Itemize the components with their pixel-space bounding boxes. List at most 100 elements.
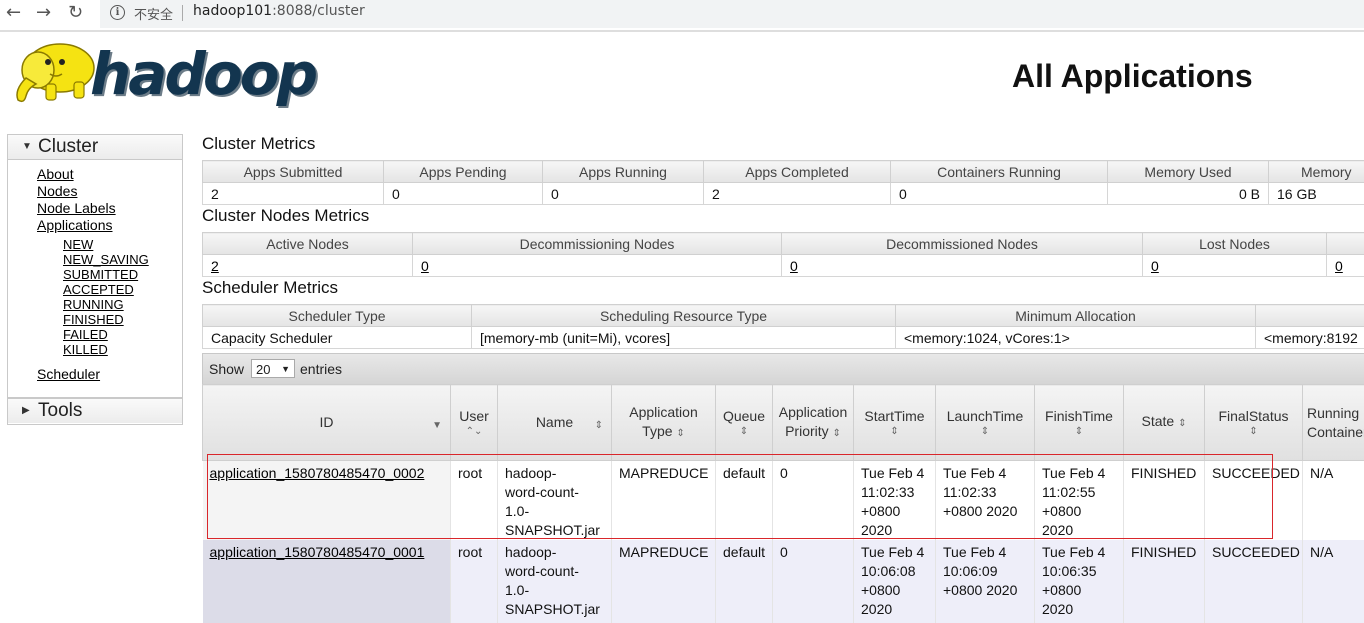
- nav-state-failed[interactable]: FAILED: [63, 327, 182, 342]
- cluster-metrics-title: Cluster Metrics: [202, 134, 315, 154]
- column-header-id[interactable]: ID▼: [203, 385, 451, 461]
- scheduling-resource-type-value: [memory-mb (unit=Mi), vcores]: [472, 327, 896, 349]
- column-header-priority[interactable]: ApplicationPriority ⇕: [773, 385, 854, 461]
- back-arrow-icon[interactable]: ←: [6, 3, 21, 23]
- cell-user: root: [451, 461, 498, 541]
- column-header-label: User: [459, 408, 489, 424]
- nav-link-scheduler[interactable]: Scheduler: [37, 366, 182, 383]
- nav-link-node-labels[interactable]: Node Labels: [37, 200, 182, 217]
- lost-nodes-link[interactable]: 0: [1151, 258, 1159, 274]
- nav-state-new-saving[interactable]: NEW_SAVING: [63, 252, 182, 267]
- nav-link-applications[interactable]: Applications: [37, 217, 182, 234]
- metric-value-memory-total: 16 GB: [1269, 183, 1364, 205]
- security-label[interactable]: 不安全: [134, 4, 173, 23]
- column-header-start-time[interactable]: StartTime⇕: [854, 385, 936, 461]
- metric-header: Apps Running: [543, 161, 704, 183]
- application-id-link[interactable]: application_1580780485470_0001: [210, 544, 425, 560]
- column-header-label: FinishTime: [1045, 408, 1113, 424]
- column-header-label: Queue: [723, 408, 765, 424]
- column-header-name[interactable]: Name⇕: [498, 385, 612, 461]
- cell-launch-time: Tue Feb 4 11:02:33 +0800 2020: [936, 461, 1035, 541]
- column-header-state[interactable]: State ⇕: [1124, 385, 1205, 461]
- reload-icon[interactable]: ↻: [68, 3, 83, 23]
- column-header-label: Containers: [1307, 424, 1364, 440]
- cluster-nav-label: Cluster: [38, 136, 98, 157]
- browser-toolbar: ← → ↻ i 不安全 hadoop101:8088/cluster: [0, 0, 1364, 32]
- nav-link-nodes[interactable]: Nodes: [37, 183, 182, 200]
- metric-value-apps-completed: 2: [704, 183, 891, 205]
- time-line: Tue Feb 4: [943, 543, 1027, 562]
- time-line: 11:02:33: [861, 483, 928, 502]
- name-line: SNAPSHOT.jar: [505, 521, 604, 540]
- metric-value-containers-running: 0: [891, 183, 1108, 205]
- forward-arrow-icon[interactable]: →: [36, 3, 51, 23]
- unhealthy-nodes-link[interactable]: 0: [1335, 258, 1343, 274]
- column-header-final-status[interactable]: FinalStatus⇕: [1205, 385, 1303, 461]
- table-row: application_1580780485470_0001 root hado…: [203, 540, 1364, 623]
- sort-both-icon: ⇕: [940, 426, 1030, 438]
- column-header-queue[interactable]: Queue⇕: [716, 385, 773, 461]
- cell-running-containers: N/A: [1303, 540, 1364, 623]
- time-line: 11:02:33: [943, 483, 1027, 502]
- active-nodes-link[interactable]: 2: [211, 258, 219, 274]
- metric-header: Apps Completed: [704, 161, 891, 183]
- cell-application-type: MAPREDUCE: [612, 461, 716, 541]
- entries-label: entries: [300, 361, 342, 377]
- info-icon[interactable]: i: [110, 5, 125, 20]
- node-metric-header: Decommissioning Nodes: [413, 233, 782, 255]
- column-header-finish-time[interactable]: FinishTime ⇕: [1035, 385, 1124, 461]
- column-header-label: FinalStatus: [1218, 408, 1288, 424]
- metric-value-apps-pending: 0: [384, 183, 543, 205]
- scheduler-header: Scheduling Resource Type: [472, 305, 896, 327]
- time-line: +0800: [861, 581, 928, 600]
- cell-start-time: Tue Feb 4 10:06:08 +0800 2020: [854, 540, 936, 623]
- url-text[interactable]: hadoop101:8088/cluster: [193, 3, 365, 19]
- column-header-user[interactable]: User ⌃⌄: [451, 385, 498, 461]
- nav-state-running[interactable]: RUNNING: [63, 297, 182, 312]
- dropdown-caret-icon: ▼: [281, 360, 290, 379]
- nav-state-finished[interactable]: FINISHED: [63, 312, 182, 327]
- table-row: application_1580780485470_0002 root hado…: [203, 461, 1364, 541]
- nav-state-new[interactable]: NEW: [63, 237, 182, 252]
- time-line: 10:06:09: [943, 562, 1027, 581]
- time-line: 2020: [1042, 521, 1116, 540]
- decommissioning-nodes-link[interactable]: 0: [421, 258, 429, 274]
- address-divider: [182, 5, 183, 21]
- decommissioned-nodes-link[interactable]: 0: [790, 258, 798, 274]
- cluster-nav-header[interactable]: ▼ Cluster: [8, 135, 182, 160]
- minimum-allocation-value: <memory:1024, vCores:1>: [896, 327, 1256, 349]
- sort-both-icon: ⇕: [1039, 426, 1119, 438]
- tools-nav-panel: ▶ Tools: [7, 398, 183, 425]
- time-line: +0800: [1042, 581, 1116, 600]
- nav-state-killed[interactable]: KILLED: [63, 342, 182, 357]
- metric-header: Memory Used: [1108, 161, 1269, 183]
- sort-both-icon: ⇕: [676, 428, 684, 439]
- metric-value-memory-used: 0 B: [1108, 183, 1269, 205]
- column-header-launch-time[interactable]: LaunchTime⇕: [936, 385, 1035, 461]
- column-header-label: State: [1142, 413, 1175, 429]
- application-id-link[interactable]: application_1580780485470_0002: [210, 465, 425, 481]
- cell-launch-time: Tue Feb 4 10:06:09 +0800 2020: [936, 540, 1035, 623]
- time-line: 2020: [861, 600, 928, 619]
- time-line: Tue Feb 4: [861, 464, 928, 483]
- cell-application-type: MAPREDUCE: [612, 540, 716, 623]
- nav-link-about[interactable]: About: [37, 166, 182, 183]
- nav-state-submitted[interactable]: SUBMITTED: [63, 267, 182, 282]
- cell-final-status: SUCCEEDED: [1205, 461, 1303, 541]
- page-size-select[interactable]: 20 ▼: [251, 359, 295, 378]
- column-header-label: Name: [536, 414, 573, 430]
- metric-header: Memory: [1269, 161, 1364, 183]
- column-header-application-type[interactable]: ApplicationType ⇕: [612, 385, 716, 461]
- column-header-running-containers[interactable]: RunningContainers: [1303, 385, 1364, 461]
- column-header-label: ID: [320, 414, 334, 430]
- name-line: 1.0-: [505, 502, 604, 521]
- scheduler-type-value: Capacity Scheduler: [203, 327, 472, 349]
- logo-wordmark: hadoop: [90, 44, 315, 104]
- tools-nav-header[interactable]: ▶ Tools: [8, 399, 182, 423]
- scheduler-header: Scheduler Type: [203, 305, 472, 327]
- cell-state: FINISHED: [1124, 461, 1205, 541]
- time-line: 2020: [861, 521, 928, 540]
- cell-queue: default: [716, 461, 773, 541]
- nav-state-accepted[interactable]: ACCEPTED: [63, 282, 182, 297]
- sort-both-icon: ⌃⌄: [455, 426, 493, 438]
